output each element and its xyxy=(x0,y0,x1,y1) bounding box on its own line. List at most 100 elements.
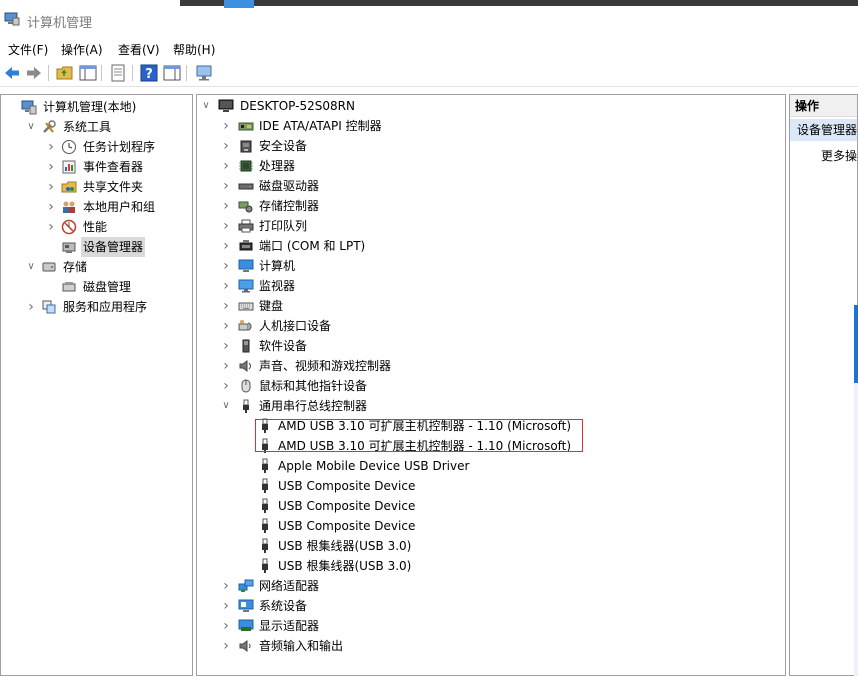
forward-arrow-icon[interactable] xyxy=(25,64,43,82)
nav-tree-item[interactable]: ∨ 系统工具 xyxy=(1,117,192,137)
device-category[interactable]: › 鼠标和其他指针设备 xyxy=(197,376,785,396)
desktop-root-icon xyxy=(218,98,234,114)
device-category[interactable]: › IDE ATA/ATAPI 控制器 xyxy=(197,116,785,136)
menu-action[interactable]: 操作(A) xyxy=(61,41,103,58)
chevron-right-icon[interactable]: › xyxy=(221,116,231,136)
device-category[interactable]: › 监视器 xyxy=(197,276,785,296)
nav-tree-item[interactable]: 磁盘管理 xyxy=(1,277,192,297)
nav-tree-item[interactable]: › 事件查看器 xyxy=(1,157,192,177)
chevron-right-icon[interactable]: › xyxy=(26,297,36,317)
chevron-right-icon[interactable]: › xyxy=(221,356,231,376)
device-manager-icon xyxy=(61,239,77,255)
chevron-right-icon[interactable]: › xyxy=(221,176,231,196)
device-item[interactable]: USB Composite Device xyxy=(197,496,785,516)
chevron-down-icon[interactable]: ∨ xyxy=(26,257,36,277)
chevron-right-icon[interactable]: › xyxy=(221,216,231,236)
up-folder-icon[interactable] xyxy=(56,64,74,82)
device-category[interactable]: › 显示适配器 xyxy=(197,616,785,636)
chevron-right-icon[interactable]: › xyxy=(46,137,56,157)
device-category-label: 软件设备 xyxy=(259,339,308,353)
chevron-right-icon[interactable]: › xyxy=(221,316,231,336)
audio-io-icon xyxy=(238,638,254,654)
menu-file[interactable]: 文件(F) xyxy=(8,41,48,58)
properties-icon[interactable] xyxy=(109,64,127,82)
nav-tree-item[interactable]: 计算机管理(本地) xyxy=(1,97,192,117)
chevron-right-icon[interactable]: › xyxy=(221,616,231,636)
device-category[interactable]: › 处理器 xyxy=(197,156,785,176)
show-hide-tree-icon[interactable] xyxy=(79,64,97,82)
actions-device-manager[interactable]: 设备管理器 xyxy=(790,119,857,141)
disk-drive-icon xyxy=(238,178,254,194)
chevron-right-icon[interactable]: › xyxy=(221,156,231,176)
nav-tree-item[interactable]: ∨ 存储 xyxy=(1,257,192,277)
device-category[interactable]: › 存储控制器 xyxy=(197,196,785,216)
storage-icon xyxy=(41,259,57,275)
nav-tree-item[interactable]: › 服务和应用程序 xyxy=(1,297,192,317)
device-item[interactable]: Apple Mobile Device USB Driver xyxy=(197,456,785,476)
device-category[interactable]: ∨ 通用串行总线控制器 xyxy=(197,396,785,416)
chevron-right-icon[interactable]: › xyxy=(46,157,56,177)
chevron-right-icon[interactable]: › xyxy=(221,596,231,616)
chevron-right-icon[interactable]: › xyxy=(221,276,231,296)
device-category[interactable]: › 网络适配器 xyxy=(197,576,785,596)
chevron-right-icon[interactable]: › xyxy=(221,636,231,656)
device-category[interactable]: › 音频输入和输出 xyxy=(197,636,785,656)
sound-icon xyxy=(238,358,254,374)
nav-tree-item[interactable]: › 性能 xyxy=(1,217,192,237)
chevron-right-icon[interactable]: › xyxy=(46,217,56,237)
chevron-right-icon[interactable]: › xyxy=(221,196,231,216)
chevron-down-icon[interactable]: ∨ xyxy=(26,117,36,137)
background-strip-accent xyxy=(224,0,254,8)
device-item[interactable]: USB Composite Device xyxy=(197,476,785,496)
nav-tree-item[interactable]: 设备管理器 xyxy=(1,237,192,257)
actions-more-actions[interactable]: 更多操 xyxy=(821,147,857,164)
processor-icon xyxy=(238,158,254,174)
chevron-down-icon[interactable]: ∨ xyxy=(201,96,211,116)
device-tree-root[interactable]: ∨ DESKTOP-52S08RN xyxy=(197,96,785,116)
device-item[interactable]: AMD USB 3.10 可扩展主机控制器 - 1.10 (Microsoft) xyxy=(197,436,785,456)
device-item[interactable]: USB 根集线器(USB 3.0) xyxy=(197,536,785,556)
device-category-label: 处理器 xyxy=(259,159,296,173)
chevron-right-icon[interactable]: › xyxy=(221,336,231,356)
background-window-edge xyxy=(854,383,858,676)
back-arrow-icon[interactable] xyxy=(3,64,21,82)
svg-text:?: ? xyxy=(145,67,153,82)
scan-hardware-icon[interactable] xyxy=(195,64,213,82)
menu-view[interactable]: 查看(V) xyxy=(118,41,160,58)
device-category[interactable]: › 打印队列 xyxy=(197,216,785,236)
menu-help[interactable]: 帮助(H) xyxy=(173,41,215,58)
device-item[interactable]: USB Composite Device xyxy=(197,516,785,536)
usb-device-icon xyxy=(260,518,270,534)
chevron-right-icon[interactable]: › xyxy=(46,197,56,217)
nav-tree-item[interactable]: › 任务计划程序 xyxy=(1,137,192,157)
device-category[interactable]: › 端口 (COM 和 LPT) xyxy=(197,236,785,256)
device-category[interactable]: › 软件设备 xyxy=(197,336,785,356)
device-item[interactable]: USB 根集线器(USB 3.0) xyxy=(197,556,785,576)
nav-tree-item[interactable]: › 共享文件夹 xyxy=(1,177,192,197)
usb-device-icon xyxy=(260,478,270,494)
device-category[interactable]: › 键盘 xyxy=(197,296,785,316)
help-icon[interactable]: ? xyxy=(140,64,158,82)
background-strip xyxy=(180,0,858,6)
device-category[interactable]: › 声音、视频和游戏控制器 xyxy=(197,356,785,376)
show-hide-action-pane-icon[interactable] xyxy=(163,64,181,82)
nav-tree-label: 设备管理器 xyxy=(81,237,146,257)
device-item-label: USB Composite Device xyxy=(278,479,416,493)
device-category-label: 端口 (COM 和 LPT) xyxy=(259,239,366,253)
nav-tree-item[interactable]: › 本地用户和组 xyxy=(1,197,192,217)
chevron-down-icon[interactable]: ∨ xyxy=(221,396,231,416)
device-category[interactable]: › 计算机 xyxy=(197,256,785,276)
performance-icon xyxy=(61,219,77,235)
chevron-right-icon[interactable]: › xyxy=(221,236,231,256)
device-category[interactable]: › 磁盘驱动器 xyxy=(197,176,785,196)
device-category[interactable]: › 安全设备 xyxy=(197,136,785,156)
chevron-right-icon[interactable]: › xyxy=(46,177,56,197)
device-category[interactable]: › 人机接口设备 xyxy=(197,316,785,336)
chevron-right-icon[interactable]: › xyxy=(221,256,231,276)
chevron-right-icon[interactable]: › xyxy=(221,296,231,316)
chevron-right-icon[interactable]: › xyxy=(221,576,231,596)
chevron-right-icon[interactable]: › xyxy=(221,376,231,396)
device-category[interactable]: › 系统设备 xyxy=(197,596,785,616)
chevron-right-icon[interactable]: › xyxy=(221,136,231,156)
device-item[interactable]: AMD USB 3.10 可扩展主机控制器 - 1.10 (Microsoft) xyxy=(197,416,785,436)
